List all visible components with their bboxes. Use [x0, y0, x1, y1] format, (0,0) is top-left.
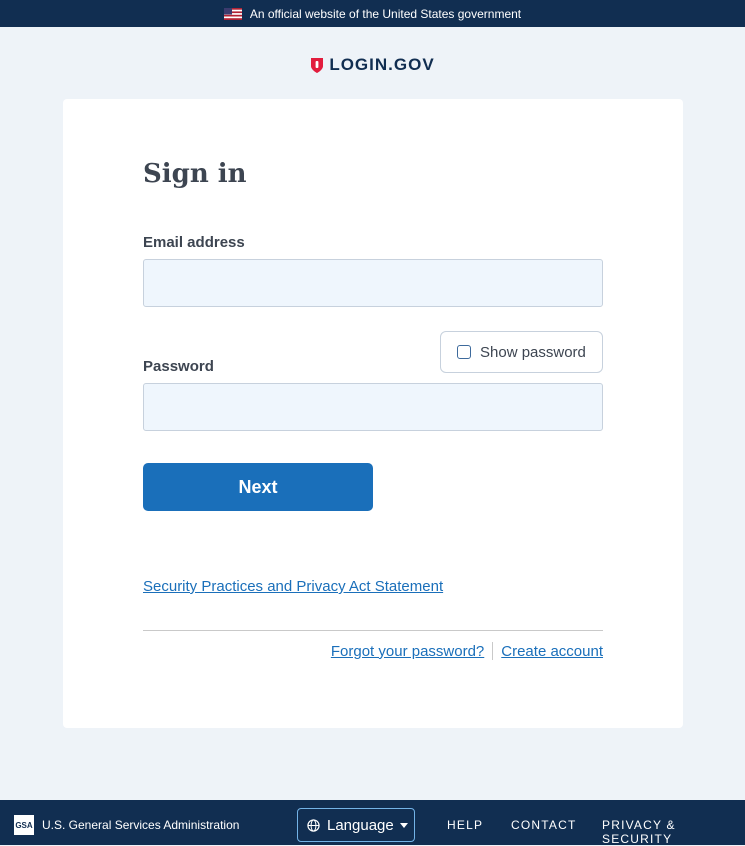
- language-label: Language: [327, 816, 394, 834]
- next-button[interactable]: Next: [143, 463, 373, 511]
- globe-icon: [307, 818, 320, 832]
- logo-text: LOGIN.GOV: [329, 55, 435, 74]
- show-password-label: Show password: [480, 343, 586, 361]
- gov-banner: An official website of the United States…: [0, 0, 745, 27]
- us-flag-icon: [223, 7, 242, 20]
- show-password-toggle[interactable]: Show password: [440, 331, 603, 373]
- footer-link-contact[interactable]: CONTACT: [511, 818, 577, 832]
- footer: GSA U.S. General Services Administration…: [0, 800, 745, 846]
- email-label: Email address: [143, 234, 245, 251]
- shield-icon: [311, 57, 324, 73]
- password-label: Password: [143, 358, 214, 375]
- login-gov-logo[interactable]: LOGIN.GOV: [0, 54, 745, 76]
- chevron-down-icon: [399, 822, 408, 828]
- gsa-logo-icon: GSA: [14, 815, 34, 835]
- gov-banner-text: An official website of the United States…: [249, 6, 522, 21]
- password-field[interactable]: [143, 383, 603, 431]
- email-field[interactable]: [143, 259, 603, 307]
- forgot-password-link[interactable]: Forgot your password?: [331, 643, 484, 660]
- create-account-link[interactable]: Create account: [501, 643, 603, 660]
- divider: [143, 630, 603, 631]
- footer-link-help[interactable]: HELP: [447, 818, 483, 832]
- sign-in-card: Sign in Email address Show password Pass…: [63, 99, 683, 728]
- language-selector[interactable]: Language: [297, 808, 415, 842]
- page-title: Sign in: [143, 159, 247, 189]
- security-privacy-link[interactable]: Security Practices and Privacy Act State…: [143, 578, 443, 595]
- link-separator: [492, 642, 494, 660]
- footer-link-privacy-security[interactable]: PRIVACY & SECURITY: [602, 818, 745, 846]
- account-links: Forgot your password? Create account: [331, 642, 603, 660]
- gsa-brand[interactable]: GSA U.S. General Services Administration: [14, 815, 239, 835]
- agency-name: U.S. General Services Administration: [42, 818, 240, 832]
- show-password-checkbox[interactable]: [457, 345, 471, 359]
